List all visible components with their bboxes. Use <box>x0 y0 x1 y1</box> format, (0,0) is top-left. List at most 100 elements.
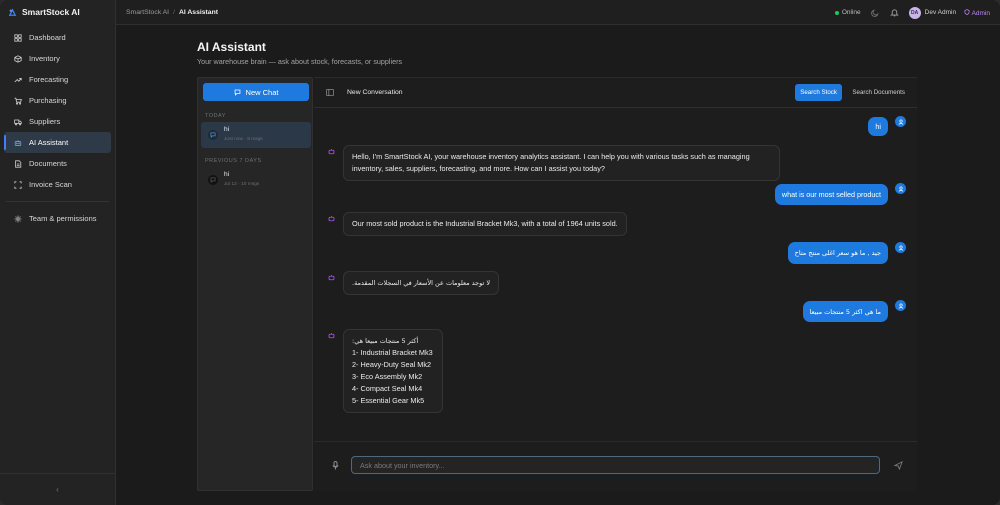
sidebar-item-label: Inventory <box>29 54 60 63</box>
breadcrumb-separator: / <box>173 8 175 16</box>
bot-avatar-icon <box>327 147 335 155</box>
cart-icon <box>14 97 22 105</box>
brand-name: SmartStock AI <box>22 7 80 17</box>
app-window: SmartStock AI Dashboard Inventory Foreca… <box>0 0 1000 505</box>
assistant-message: Our most sold product is the Industrial … <box>343 212 627 236</box>
sidebar-item-suppliers[interactable]: Suppliers <box>4 111 111 132</box>
sidebar-item-documents[interactable]: Documents <box>4 153 111 174</box>
logo-icon <box>8 7 17 16</box>
list-heading: أكثر 5 منتجات مبيعا هي: <box>352 337 419 345</box>
new-chat-label: New Chat <box>245 87 279 97</box>
conversation-title: New Conversation <box>347 89 403 96</box>
sidebar-item-label: Invoice Scan <box>29 180 72 189</box>
role-text: Admin <box>971 9 990 17</box>
assistant-message: لا توجد معلومات عن الأسعار في السجلات ال… <box>343 271 500 295</box>
list-item: 1- Industrial Bracket Mk3 <box>352 348 433 357</box>
user-avatar-icon <box>895 116 906 127</box>
collapse-sidebar-button[interactable]: ‹ <box>0 473 115 505</box>
sidebar: SmartStock AI Dashboard Inventory Foreca… <box>0 0 116 505</box>
bell-icon[interactable] <box>889 8 899 17</box>
avatar: DA <box>908 6 921 19</box>
topbar: SmartStock AI / AI Assistant Online DA D… <box>116 0 1000 25</box>
status-indicator: Online <box>834 9 861 16</box>
shield-icon <box>964 8 970 15</box>
main-content: AI Assistant Your warehouse brain — ask … <box>116 25 1000 505</box>
conversation-title: hi <box>224 126 230 133</box>
sidebar-item-label: Suppliers <box>29 117 61 126</box>
new-chat-button[interactable]: New Chat <box>203 83 309 101</box>
conversation-meta: Jul 12 · 10 msgs <box>224 182 260 187</box>
box-icon <box>14 54 22 63</box>
page-subtitle: Your warehouse brain — ask about stock, … <box>197 57 403 66</box>
chat-panel: New Conversation Search Stock Search Doc… <box>314 77 917 491</box>
conversation-item[interactable]: hi Jul 12 · 10 msgs <box>201 167 311 193</box>
user-avatar-icon <box>895 300 906 311</box>
today-group-label: TODAY <box>205 113 226 119</box>
sidebar-item-label: Dashboard <box>29 33 66 42</box>
sidebar-item-dashboard[interactable]: Dashboard <box>4 27 111 48</box>
microphone-icon[interactable] <box>332 461 339 470</box>
page-title: AI Assistant <box>197 40 266 54</box>
trend-icon <box>14 77 22 82</box>
user-message: what is our most selled product <box>774 184 888 205</box>
chevron-left-icon: ‹ <box>56 485 59 494</box>
conversation-item[interactable]: hi Just now · 8 msgs <box>201 122 311 148</box>
status-text: Online <box>841 9 861 16</box>
sidebar-item-label: AI Assistant <box>29 138 69 147</box>
sidebar-item-forecasting[interactable]: Forecasting <box>4 69 111 90</box>
truck-icon <box>14 119 22 125</box>
sidebar-nav: Dashboard Inventory Forecasting Purchasi… <box>0 27 115 229</box>
assistant-message: أكثر 5 منتجات مبيعا هي: 1- Industrial Br… <box>343 329 443 413</box>
assistant-message: Hello, I'm SmartStock AI, your warehouse… <box>343 145 780 181</box>
sidebar-item-label: Forecasting <box>29 75 69 84</box>
chat-composer <box>314 441 917 491</box>
chat-input[interactable] <box>351 456 880 474</box>
chat-bubble-icon <box>208 175 218 185</box>
breadcrumb-root[interactable]: SmartStock AI <box>126 9 169 16</box>
grid-icon <box>14 33 22 42</box>
conversation-meta: Just now · 8 msgs <box>224 137 263 142</box>
document-icon <box>15 159 22 168</box>
sidebar-item-ai-assistant[interactable]: AI Assistant <box>4 132 111 153</box>
chat-bubble-icon <box>208 130 218 140</box>
user-avatar-icon <box>895 242 906 253</box>
list-item: 2- Heavy-Duty Seal Mk2 <box>352 360 432 369</box>
online-dot-icon <box>834 10 839 15</box>
sidebar-item-purchasing[interactable]: Purchasing <box>4 90 111 111</box>
bot-avatar-icon <box>327 273 335 281</box>
chat-header: New Conversation Search Stock Search Doc… <box>314 78 917 108</box>
role-badge: Admin <box>964 8 990 17</box>
list-item: 4- Compact Seal Mk4 <box>352 384 423 393</box>
user-message: hi <box>868 117 888 136</box>
moon-icon[interactable] <box>870 8 880 17</box>
previous-group-label: PREVIOUS 7 DAYS <box>205 158 262 164</box>
sidebar-item-inventory[interactable]: Inventory <box>4 48 111 69</box>
sidebar-toggle-icon[interactable] <box>326 89 334 96</box>
brand[interactable]: SmartStock AI <box>0 0 115 24</box>
scan-icon <box>14 180 22 189</box>
sidebar-item-invoice-scan[interactable]: Invoice Scan <box>4 174 111 195</box>
search-documents-button[interactable]: Search Documents <box>852 84 905 101</box>
user-message: جيد , ما هو سعر اغلى منتج متاح <box>787 242 888 264</box>
list-item: 3- Eco Assembly Mk2 <box>352 372 423 381</box>
sidebar-item-label: Documents <box>29 159 67 168</box>
search-stock-button[interactable]: Search Stock <box>795 84 842 101</box>
conversation-list: New Chat TODAY hi Just now · 8 msgs PREV… <box>197 77 313 491</box>
user-message: ما هي اكثر 5 منتجات مبيعا <box>802 301 888 322</box>
send-icon[interactable] <box>894 461 903 470</box>
bot-icon <box>14 139 22 146</box>
bot-avatar-icon <box>327 214 335 222</box>
sidebar-item-team-permissions[interactable]: Team & permissions <box>4 208 111 229</box>
sidebar-item-label: Purchasing <box>29 96 67 105</box>
breadcrumb-current: AI Assistant <box>178 8 218 16</box>
topbar-actions: Online DA Dev Admin Admin <box>834 0 990 25</box>
new-chat-icon <box>234 89 240 96</box>
user-menu[interactable]: DA Dev Admin Admin <box>908 6 990 19</box>
bot-avatar-icon <box>327 331 335 339</box>
user-avatar-icon <box>895 183 906 194</box>
sidebar-divider <box>6 201 109 202</box>
list-item: 5- Essential Gear Mk5 <box>352 396 425 405</box>
sidebar-item-label: Team & permissions <box>29 214 97 223</box>
conversation-title: hi <box>224 171 230 178</box>
user-name: Dev Admin <box>924 9 957 16</box>
